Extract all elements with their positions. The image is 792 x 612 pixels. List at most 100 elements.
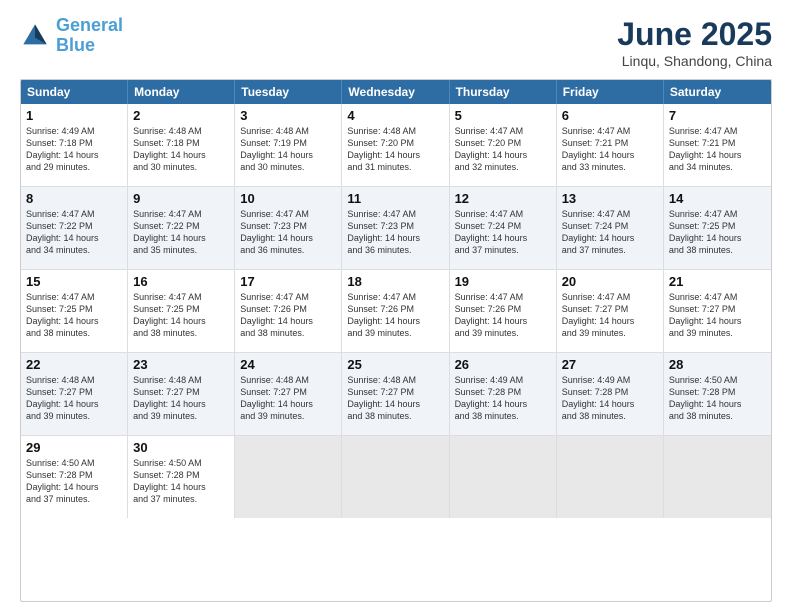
day-cell-20: 20 Sunrise: 4:47 AMSunset: 7:27 PMDayligh… — [557, 270, 664, 352]
day-number-3: 3 — [240, 108, 336, 123]
day-cell-24: 24 Sunrise: 4:48 AMSunset: 7:27 PMDayligh… — [235, 353, 342, 435]
empty-cell-4-3 — [342, 436, 449, 518]
day-number-1: 1 — [26, 108, 122, 123]
day-info-21: Sunrise: 4:47 AMSunset: 7:27 PMDaylight:… — [669, 291, 766, 340]
day-number-17: 17 — [240, 274, 336, 289]
day-cell-14: 14 Sunrise: 4:47 AMSunset: 7:25 PMDayligh… — [664, 187, 771, 269]
day-info-20: Sunrise: 4:47 AMSunset: 7:27 PMDaylight:… — [562, 291, 658, 340]
calendar-row-4: 29Sunrise: 4:50 AMSunset: 7:28 PMDayligh… — [21, 436, 771, 518]
calendar-body: 1 Sunrise: 4:49 AMSunset: 7:18 PMDaylight… — [21, 104, 771, 518]
day-number-25: 25 — [347, 357, 443, 372]
day-number-23: 23 — [133, 357, 229, 372]
empty-cell-4-2 — [235, 436, 342, 518]
day-cell-9: 9 Sunrise: 4:47 AMSunset: 7:22 PMDaylight… — [128, 187, 235, 269]
logo-general: General — [56, 15, 123, 35]
day-info-1: Sunrise: 4:49 AMSunset: 7:18 PMDaylight:… — [26, 125, 122, 174]
day-number-30: 30 — [133, 440, 229, 455]
calendar-row-1: 8Sunrise: 4:47 AMSunset: 7:22 PMDaylight… — [21, 187, 771, 270]
calendar-row-2: 15 Sunrise: 4:47 AMSunset: 7:25 PMDayligh… — [21, 270, 771, 353]
day-info-6: Sunrise: 4:47 AMSunset: 7:21 PMDaylight:… — [562, 125, 658, 174]
day-number-27: 27 — [562, 357, 658, 372]
day-number-14: 14 — [669, 191, 766, 206]
day-info-27: Sunrise: 4:49 AMSunset: 7:28 PMDaylight:… — [562, 374, 658, 423]
day-cell-28: 28 Sunrise: 4:50 AMSunset: 7:28 PMDayligh… — [664, 353, 771, 435]
day-number-2: 2 — [133, 108, 229, 123]
page: General Blue June 2025 Linqu, Shandong, … — [0, 0, 792, 612]
day-cell-2: 2 Sunrise: 4:48 AMSunset: 7:18 PMDaylight… — [128, 104, 235, 186]
day-number-15: 15 — [26, 274, 122, 289]
day-info-22: Sunrise: 4:48 AMSunset: 7:27 PMDaylight:… — [26, 374, 122, 423]
day-number-13: 13 — [562, 191, 658, 206]
header-day-monday: Monday — [128, 80, 235, 104]
day-info-10: Sunrise: 4:47 AMSunset: 7:23 PMDaylight:… — [240, 208, 336, 257]
day-info-17: Sunrise: 4:47 AMSunset: 7:26 PMDaylight:… — [240, 291, 336, 340]
day-cell-13: 13Sunrise: 4:47 AMSunset: 7:24 PMDayligh… — [557, 187, 664, 269]
calendar: SundayMondayTuesdayWednesdayThursdayFrid… — [20, 79, 772, 602]
day-cell-8: 8Sunrise: 4:47 AMSunset: 7:22 PMDaylight… — [21, 187, 128, 269]
day-cell-26: 26 Sunrise: 4:49 AMSunset: 7:28 PMDayligh… — [450, 353, 557, 435]
empty-cell-4-6 — [664, 436, 771, 518]
day-cell-21: 21 Sunrise: 4:47 AMSunset: 7:27 PMDayligh… — [664, 270, 771, 352]
day-number-7: 7 — [669, 108, 766, 123]
day-cell-16: 16 Sunrise: 4:47 AMSunset: 7:25 PMDayligh… — [128, 270, 235, 352]
day-info-16: Sunrise: 4:47 AMSunset: 7:25 PMDaylight:… — [133, 291, 229, 340]
empty-cell-4-4 — [450, 436, 557, 518]
day-info-15: Sunrise: 4:47 AMSunset: 7:25 PMDaylight:… — [26, 291, 122, 340]
day-cell-5: 5Sunrise: 4:47 AMSunset: 7:20 PMDaylight… — [450, 104, 557, 186]
day-info-4: Sunrise: 4:48 AMSunset: 7:20 PMDaylight:… — [347, 125, 443, 174]
day-cell-23: 23Sunrise: 4:48 AMSunset: 7:27 PMDayligh… — [128, 353, 235, 435]
day-info-2: Sunrise: 4:48 AMSunset: 7:18 PMDaylight:… — [133, 125, 229, 174]
logo-icon — [20, 21, 50, 51]
day-info-26: Sunrise: 4:49 AMSunset: 7:28 PMDaylight:… — [455, 374, 551, 423]
logo-blue: Blue — [56, 35, 95, 55]
subtitle: Linqu, Shandong, China — [617, 53, 772, 69]
day-number-9: 9 — [133, 191, 229, 206]
day-number-12: 12 — [455, 191, 551, 206]
day-number-10: 10 — [240, 191, 336, 206]
day-info-24: Sunrise: 4:48 AMSunset: 7:27 PMDaylight:… — [240, 374, 336, 423]
day-info-8: Sunrise: 4:47 AMSunset: 7:22 PMDaylight:… — [26, 208, 122, 257]
calendar-row-0: 1 Sunrise: 4:49 AMSunset: 7:18 PMDaylight… — [21, 104, 771, 187]
day-number-18: 18 — [347, 274, 443, 289]
day-number-4: 4 — [347, 108, 443, 123]
day-number-11: 11 — [347, 191, 443, 206]
day-info-5: Sunrise: 4:47 AMSunset: 7:20 PMDaylight:… — [455, 125, 551, 174]
day-number-24: 24 — [240, 357, 336, 372]
day-info-28: Sunrise: 4:50 AMSunset: 7:28 PMDaylight:… — [669, 374, 766, 423]
day-number-21: 21 — [669, 274, 766, 289]
logo-text: General Blue — [56, 16, 123, 56]
day-info-9: Sunrise: 4:47 AMSunset: 7:22 PMDaylight:… — [133, 208, 229, 257]
day-cell-12: 12Sunrise: 4:47 AMSunset: 7:24 PMDayligh… — [450, 187, 557, 269]
day-cell-10: 10 Sunrise: 4:47 AMSunset: 7:23 PMDayligh… — [235, 187, 342, 269]
day-cell-15: 15 Sunrise: 4:47 AMSunset: 7:25 PMDayligh… — [21, 270, 128, 352]
day-info-14: Sunrise: 4:47 AMSunset: 7:25 PMDaylight:… — [669, 208, 766, 257]
day-cell-7: 7 Sunrise: 4:47 AMSunset: 7:21 PMDaylight… — [664, 104, 771, 186]
day-info-11: Sunrise: 4:47 AMSunset: 7:23 PMDaylight:… — [347, 208, 443, 257]
day-number-16: 16 — [133, 274, 229, 289]
calendar-row-3: 22Sunrise: 4:48 AMSunset: 7:27 PMDayligh… — [21, 353, 771, 436]
day-number-26: 26 — [455, 357, 551, 372]
day-cell-27: 27 Sunrise: 4:49 AMSunset: 7:28 PMDayligh… — [557, 353, 664, 435]
day-number-20: 20 — [562, 274, 658, 289]
header-day-sunday: Sunday — [21, 80, 128, 104]
day-cell-18: 18 Sunrise: 4:47 AMSunset: 7:26 PMDayligh… — [342, 270, 449, 352]
day-info-18: Sunrise: 4:47 AMSunset: 7:26 PMDaylight:… — [347, 291, 443, 340]
day-info-3: Sunrise: 4:48 AMSunset: 7:19 PMDaylight:… — [240, 125, 336, 174]
logo: General Blue — [20, 16, 123, 56]
day-number-28: 28 — [669, 357, 766, 372]
day-info-7: Sunrise: 4:47 AMSunset: 7:21 PMDaylight:… — [669, 125, 766, 174]
empty-cell-4-5 — [557, 436, 664, 518]
day-cell-17: 17 Sunrise: 4:47 AMSunset: 7:26 PMDayligh… — [235, 270, 342, 352]
day-cell-4: 4 Sunrise: 4:48 AMSunset: 7:20 PMDaylight… — [342, 104, 449, 186]
day-cell-29: 29Sunrise: 4:50 AMSunset: 7:28 PMDayligh… — [21, 436, 128, 518]
day-number-29: 29 — [26, 440, 122, 455]
day-number-6: 6 — [562, 108, 658, 123]
day-cell-11: 11 Sunrise: 4:47 AMSunset: 7:23 PMDayligh… — [342, 187, 449, 269]
title-block: June 2025 Linqu, Shandong, China — [617, 16, 772, 69]
header-day-thursday: Thursday — [450, 80, 557, 104]
calendar-header: SundayMondayTuesdayWednesdayThursdayFrid… — [21, 80, 771, 104]
header: General Blue June 2025 Linqu, Shandong, … — [20, 16, 772, 69]
day-info-19: Sunrise: 4:47 AMSunset: 7:26 PMDaylight:… — [455, 291, 551, 340]
header-day-saturday: Saturday — [664, 80, 771, 104]
header-day-friday: Friday — [557, 80, 664, 104]
